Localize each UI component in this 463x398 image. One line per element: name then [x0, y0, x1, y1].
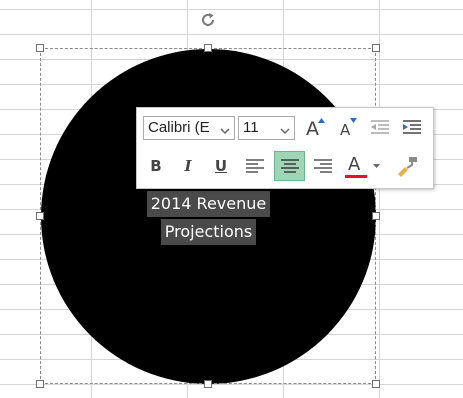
- shrink-font-icon: A: [334, 116, 360, 140]
- chevron-down-icon: [219, 123, 231, 135]
- resize-handle-top-left[interactable]: [36, 44, 44, 52]
- format-painter-icon: [398, 157, 417, 177]
- align-center-icon: [280, 159, 299, 173]
- shape-text-line-2[interactable]: Projections: [160, 219, 257, 245]
- resize-handle-top-right[interactable]: [372, 44, 380, 52]
- font-name-dropdown[interactable]: Calibri (E: [143, 116, 235, 140]
- increase-indent-icon: [403, 120, 421, 134]
- underline-button[interactable]: U: [207, 153, 235, 179]
- font-color-button[interactable]: A: [341, 153, 369, 179]
- resize-handle-top[interactable]: [204, 44, 212, 52]
- shape-text[interactable]: 2014 Revenue Projections: [41, 190, 376, 246]
- align-left-icon: [246, 159, 264, 173]
- font-size-value: 11: [243, 119, 259, 136]
- resize-handle-bottom-left[interactable]: [36, 380, 44, 388]
- increase-indent-button[interactable]: [398, 115, 426, 141]
- resize-handle-bottom[interactable]: [204, 380, 212, 388]
- shape-text-line-1[interactable]: 2014 Revenue: [146, 191, 271, 217]
- font-size-dropdown[interactable]: 11: [238, 116, 295, 140]
- bold-button[interactable]: B: [142, 153, 170, 179]
- align-left-button[interactable]: [241, 153, 269, 179]
- align-right-button[interactable]: [309, 153, 337, 179]
- mini-toolbar: Calibri (E 11 A A B I U A: [136, 107, 434, 189]
- font-color-bar: [345, 175, 367, 178]
- decrease-indent-button[interactable]: [366, 115, 394, 141]
- bold-label: B: [150, 157, 162, 175]
- align-center-button[interactable]: [274, 151, 305, 181]
- grow-font-icon: A: [302, 116, 328, 140]
- align-right-icon: [314, 159, 332, 173]
- resize-handle-bottom-right[interactable]: [372, 380, 380, 388]
- decrease-indent-icon: [371, 120, 389, 134]
- shrink-font-button[interactable]: A: [333, 115, 361, 141]
- font-name-value: Calibri (E: [148, 119, 210, 136]
- chevron-down-icon: [372, 164, 380, 168]
- font-color-dropdown[interactable]: [369, 153, 383, 179]
- format-painter-button[interactable]: [393, 153, 421, 179]
- font-color-icon: A: [342, 154, 368, 178]
- underline-label: U: [214, 157, 228, 175]
- italic-label: I: [184, 157, 192, 175]
- chevron-down-icon: [279, 123, 291, 135]
- rotate-handle-icon[interactable]: [199, 11, 217, 29]
- grow-font-button[interactable]: A: [301, 115, 329, 141]
- italic-button[interactable]: I: [174, 153, 202, 179]
